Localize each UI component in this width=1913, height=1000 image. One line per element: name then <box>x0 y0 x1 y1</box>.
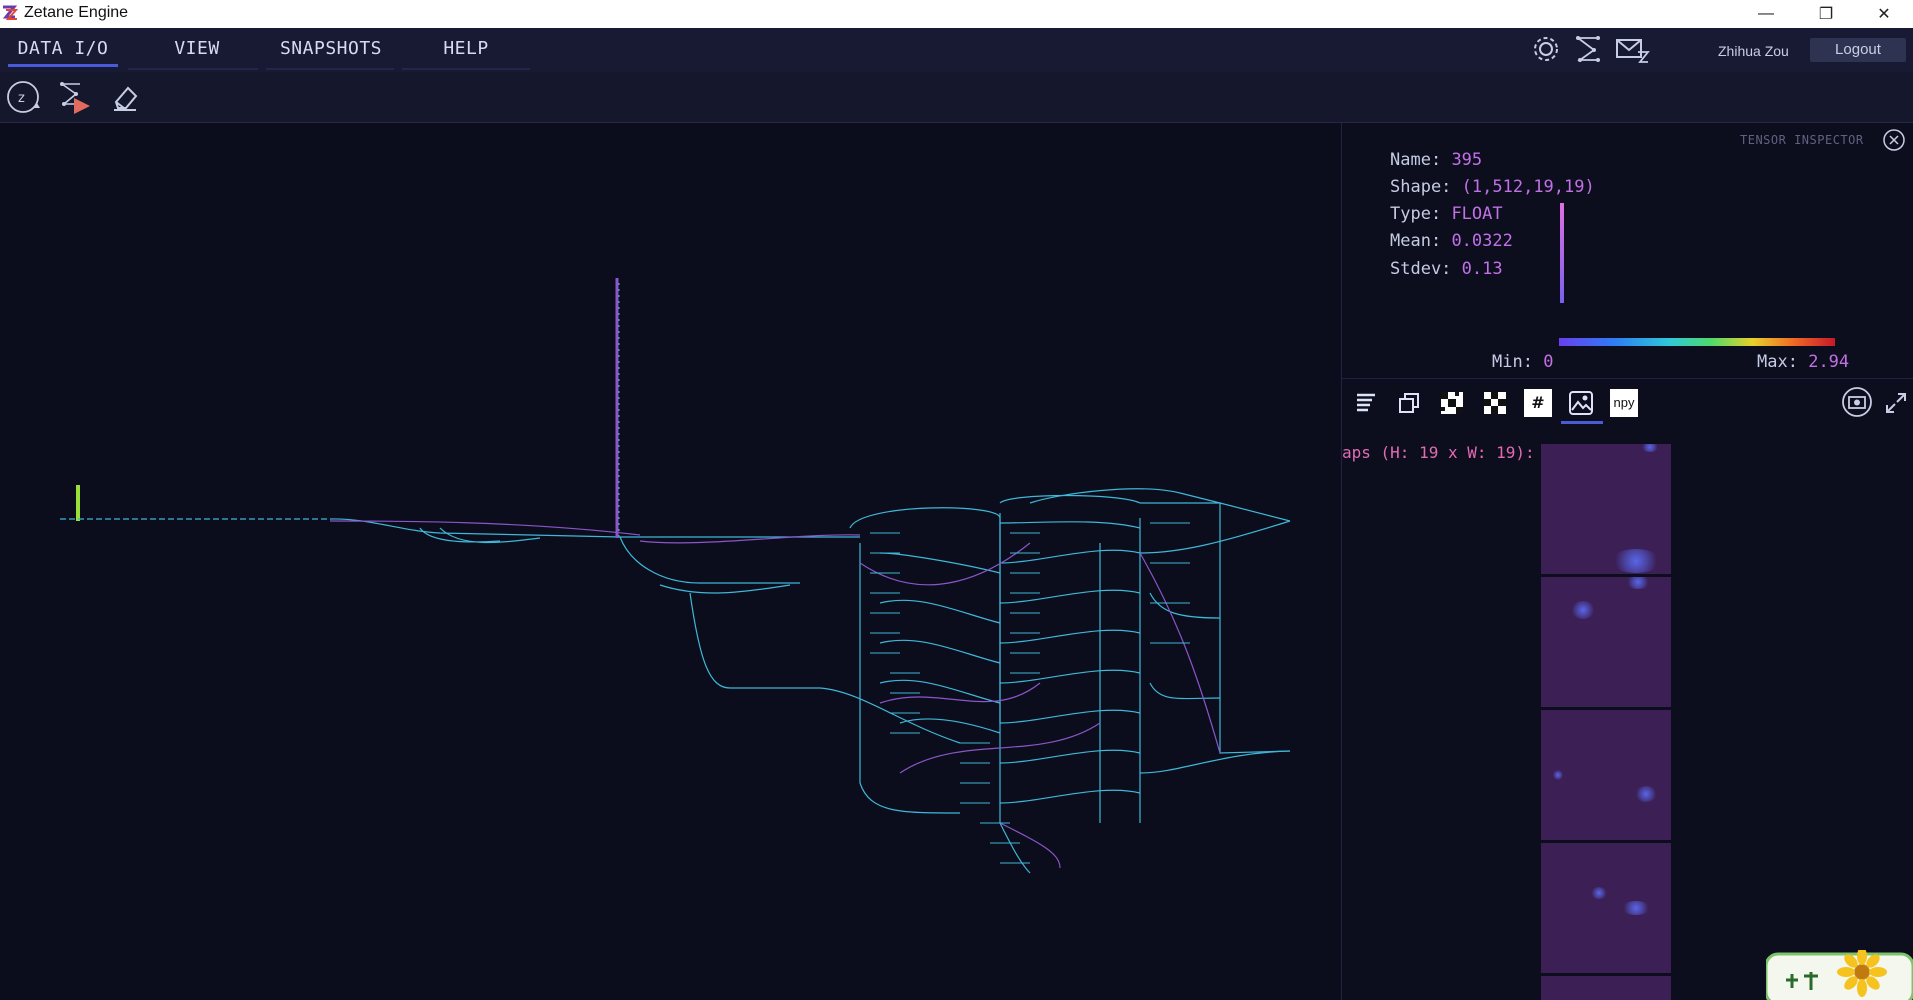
input-marker[interactable] <box>76 485 80 521</box>
max-label: Max: <box>1757 352 1798 372</box>
tensor-mean-row: Mean: 0.0322 <box>1390 231 1513 251</box>
feature-map[interactable] <box>1541 976 1671 1000</box>
logout-button[interactable]: Logout <box>1810 38 1906 62</box>
max-row: Max: 2.94 <box>1757 352 1849 372</box>
inspector-title: TENSOR INSPECTOR <box>1740 133 1864 147</box>
image-icon[interactable] <box>1561 389 1603 424</box>
feature-map[interactable] <box>1541 843 1671 973</box>
graph-canvas[interactable] <box>0 123 1340 1000</box>
tensor-mean-value: 0.0322 <box>1451 231 1513 251</box>
npy-icon[interactable]: npy <box>1610 389 1638 417</box>
checker-alt-icon[interactable] <box>1481 389 1509 417</box>
tensor-shape-value: (1,512,19,19) <box>1461 177 1595 197</box>
tensor-stdev-label: Stdev: <box>1390 259 1452 279</box>
tensor-shape-row: Shape: (1,512,19,19) <box>1390 177 1595 197</box>
tensor-mean-label: Mean: <box>1390 231 1442 251</box>
svg-text:z: z <box>18 91 25 106</box>
graph-icon[interactable] <box>1570 34 1606 64</box>
hash-icon[interactable]: # <box>1524 389 1552 417</box>
checker-icon[interactable] <box>1438 389 1466 417</box>
tensor-name-value: 395 <box>1451 150 1483 170</box>
expand-icon[interactable] <box>1882 389 1910 417</box>
min-label: Min: <box>1492 352 1533 372</box>
tensor-stdev-value: 0.13 <box>1461 259 1503 279</box>
screenshot-icon[interactable] <box>1840 385 1874 419</box>
window-titlebar: Zetane Engine — ❐ ✕ <box>0 0 1913 28</box>
menu-help[interactable]: HELP <box>420 38 512 64</box>
close-window-button[interactable]: ✕ <box>1855 0 1913 28</box>
mail-icon[interactable] <box>1614 34 1650 64</box>
menu-data-io[interactable]: DATA I/O <box>8 38 118 67</box>
feature-map-list[interactable] <box>1541 444 1671 1000</box>
value-histogram <box>1560 203 1564 303</box>
app-logo-icon <box>2 5 18 20</box>
eraser-icon[interactable] <box>106 78 144 116</box>
copy-icon[interactable] <box>1395 389 1423 417</box>
zetane-reset-icon[interactable]: z <box>4 78 42 116</box>
histogram-peak-bar <box>1560 203 1564 303</box>
feature-maps-label: aps (H: 19 x W: 19): <box>1342 443 1535 462</box>
tensor-name-label: Name: <box>1390 150 1442 170</box>
list-icon[interactable] <box>1352 389 1380 417</box>
inspector-tab-bar: # npy <box>1342 378 1913 425</box>
toolbar: z <box>0 72 1913 123</box>
minimize-button[interactable]: — <box>1737 0 1795 28</box>
close-inspector-icon[interactable] <box>1882 128 1906 152</box>
menu-bar: DATA I/O VIEW SNAPSHOTS HELP Zhihua Zou … <box>0 28 1913 72</box>
tensor-name-row: Name: 395 <box>1390 150 1482 170</box>
feature-map[interactable] <box>1541 444 1671 574</box>
tensor-inspector: TENSOR INSPECTOR Name: 395 Shape: (1,512… <box>1341 123 1913 1000</box>
colormap-bar <box>1559 338 1835 346</box>
feature-map[interactable] <box>1541 577 1671 707</box>
menu-divider <box>266 68 394 70</box>
run-graph-icon[interactable] <box>56 78 94 116</box>
feature-map[interactable] <box>1541 710 1671 840</box>
user-name: Zhihua Zou <box>1718 43 1789 59</box>
min-row: Min: 0 <box>1492 352 1553 372</box>
gear-icon[interactable] <box>1528 34 1564 64</box>
min-value: 0 <box>1543 352 1554 372</box>
tensor-shape-label: Shape: <box>1390 177 1452 197</box>
menu-snapshots[interactable]: SNAPSHOTS <box>270 38 392 64</box>
menu-divider <box>402 68 530 70</box>
tensor-type-row: Type: FLOAT <box>1390 204 1503 224</box>
window-title: Zetane Engine <box>24 4 129 21</box>
tensor-type-value: FLOAT <box>1451 204 1503 224</box>
image-icon-glyph <box>1569 391 1593 415</box>
menu-view[interactable]: VIEW <box>150 38 244 64</box>
max-value: 2.94 <box>1808 352 1850 372</box>
menu-divider <box>128 68 258 70</box>
tensor-stdev-row: Stdev: 0.13 <box>1390 259 1503 279</box>
sunflower-sticker <box>1766 950 1913 1000</box>
network-graph[interactable] <box>0 123 1340 1000</box>
restore-button[interactable]: ❐ <box>1797 0 1855 28</box>
tensor-type-label: Type: <box>1390 204 1442 224</box>
